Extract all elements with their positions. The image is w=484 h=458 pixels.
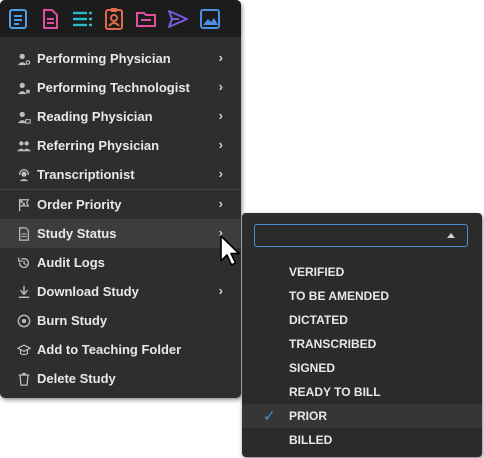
document-icon xyxy=(16,226,32,242)
contact-icon[interactable] xyxy=(101,6,127,32)
flag-icon xyxy=(16,197,32,213)
chevron-right-icon: › xyxy=(218,137,223,152)
status-option-label: DICTATED xyxy=(289,313,348,327)
status-option-label: BILLED xyxy=(289,433,333,447)
trash-icon xyxy=(16,371,32,387)
menu-item-transcriptionist[interactable]: Transcriptionist › xyxy=(0,160,241,189)
chevron-right-icon: › xyxy=(218,50,223,65)
status-option-dictated[interactable]: DICTATED xyxy=(242,308,482,332)
checkmark-icon: ✓ xyxy=(263,408,276,425)
menu-item-order-priority[interactable]: Order Priority › xyxy=(0,189,241,219)
caret-up-icon xyxy=(447,233,455,238)
status-option-verified[interactable]: VERIFIED xyxy=(242,260,482,284)
physician-icon xyxy=(16,51,32,67)
menu-item-download-study[interactable]: Download Study › xyxy=(0,277,241,306)
technologist-icon xyxy=(16,80,32,96)
status-option-signed[interactable]: SIGNED xyxy=(242,356,482,380)
disc-icon xyxy=(16,313,32,329)
headset-icon xyxy=(16,167,32,183)
menu-item-label: Performing Technologist xyxy=(37,80,190,95)
status-option-ready-to-bill[interactable]: READY TO BILL xyxy=(242,380,482,404)
status-option-to-be-amended[interactable]: TO BE AMENDED xyxy=(242,284,482,308)
menu-item-label: Download Study xyxy=(37,284,139,299)
status-option-label: TO BE AMENDED xyxy=(289,289,390,303)
history-icon xyxy=(16,255,32,271)
status-option-label: PRIOR xyxy=(289,409,328,423)
menu-item-label: Performing Physician xyxy=(37,51,171,66)
menu-list: Performing Physician › Performing Techno… xyxy=(0,44,241,393)
status-option-label: SIGNED xyxy=(289,361,336,375)
mouse-pointer-icon xyxy=(220,235,240,266)
chevron-right-icon: › xyxy=(218,283,223,298)
status-option-label: VERIFIED xyxy=(289,265,345,279)
toolbar xyxy=(0,0,241,37)
menu-item-referring-physician[interactable]: Referring Physician › xyxy=(0,131,241,160)
menu-item-label: Order Priority xyxy=(37,197,122,212)
menu-item-performing-physician[interactable]: Performing Physician › xyxy=(0,44,241,73)
context-menu: Performing Physician › Performing Techno… xyxy=(0,0,241,398)
menu-item-reading-physician[interactable]: Reading Physician › xyxy=(0,102,241,131)
chevron-right-icon: › xyxy=(218,166,223,181)
status-options: VERIFIED TO BE AMENDED DICTATED TRANSCRI… xyxy=(242,260,482,452)
document-icon[interactable] xyxy=(37,6,63,32)
download-icon xyxy=(16,284,32,300)
chevron-right-icon: › xyxy=(218,196,223,211)
menu-item-performing-technologist[interactable]: Performing Technologist › xyxy=(0,73,241,102)
report-icon[interactable] xyxy=(5,6,31,32)
study-status-submenu: VERIFIED TO BE AMENDED DICTATED TRANSCRI… xyxy=(242,213,482,457)
send-icon[interactable] xyxy=(165,6,191,32)
menu-item-audit-logs[interactable]: Audit Logs xyxy=(0,248,241,277)
menu-item-burn-study[interactable]: Burn Study xyxy=(0,306,241,335)
menu-item-label: Add to Teaching Folder xyxy=(37,342,182,357)
status-option-prior[interactable]: ✓ PRIOR xyxy=(242,404,482,428)
menu-item-add-to-teaching-folder[interactable]: Add to Teaching Folder xyxy=(0,335,241,364)
referring-physician-icon xyxy=(16,138,32,154)
menu-item-label: Delete Study xyxy=(37,371,116,386)
menu-item-label: Transcriptionist xyxy=(37,167,135,182)
chevron-right-icon: › xyxy=(218,108,223,123)
folder-icon[interactable] xyxy=(133,6,159,32)
status-option-billed[interactable]: BILLED xyxy=(242,428,482,452)
menu-item-label: Reading Physician xyxy=(37,109,153,124)
menu-item-delete-study[interactable]: Delete Study xyxy=(0,364,241,393)
menu-item-label: Audit Logs xyxy=(37,255,105,270)
menu-item-label: Referring Physician xyxy=(37,138,160,153)
status-option-label: READY TO BILL xyxy=(289,385,381,399)
graduation-cap-icon xyxy=(16,342,32,358)
menu-item-study-status[interactable]: Study Status › xyxy=(0,219,241,248)
reading-physician-icon xyxy=(16,109,32,125)
chevron-right-icon: › xyxy=(218,79,223,94)
image-icon[interactable] xyxy=(197,6,223,32)
list-icon[interactable] xyxy=(69,6,95,32)
status-option-label: TRANSCRIBED xyxy=(289,337,377,351)
status-option-transcribed[interactable]: TRANSCRIBED xyxy=(242,332,482,356)
menu-item-label: Burn Study xyxy=(37,313,108,328)
status-select[interactable] xyxy=(254,224,468,247)
menu-item-label: Study Status xyxy=(37,226,117,241)
